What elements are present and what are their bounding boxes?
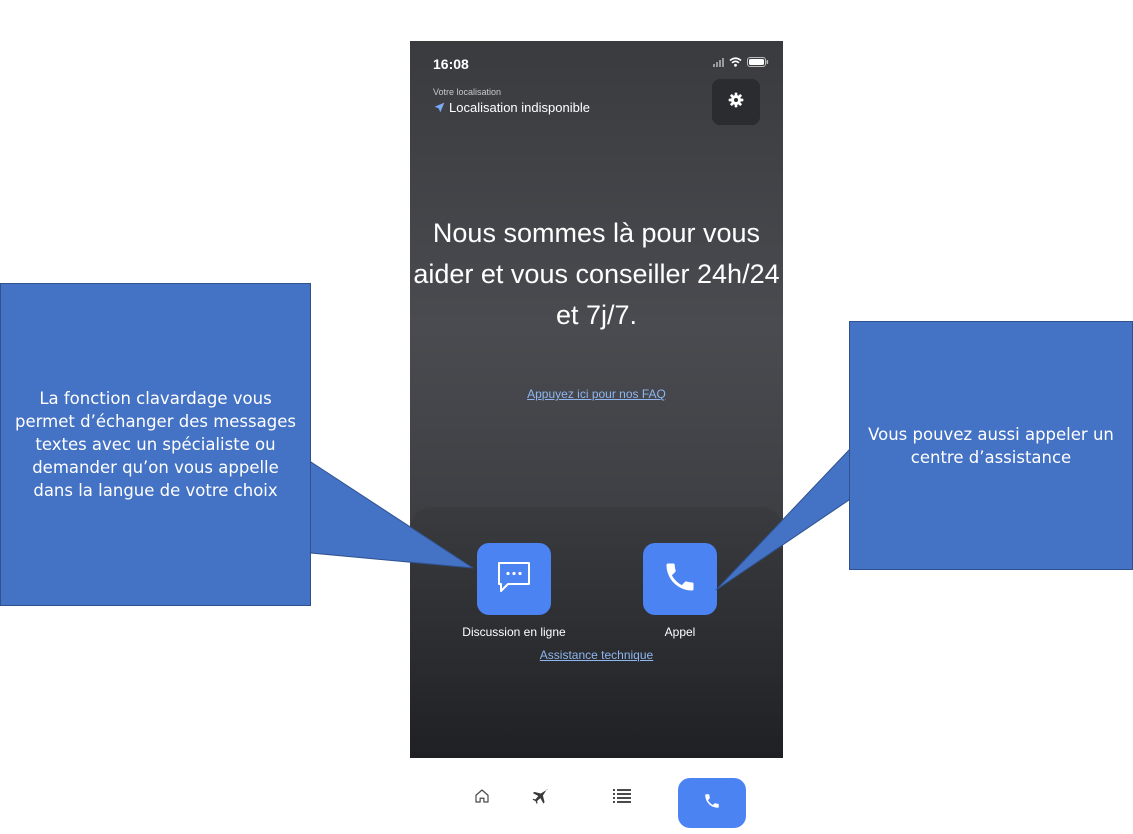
tab-phone-icon [703,792,721,815]
settings-button[interactable] [712,79,760,125]
tab-home[interactable] [462,778,502,818]
tech-support-link[interactable]: Assistance technique [410,648,783,662]
plane-icon [530,786,550,811]
list-icon [613,788,631,809]
chat-explanation-text: La fonction clavardage vous permet d’éch… [15,389,296,500]
call-explanation-callout: Vous pouvez aussi appeler un centre d’as… [849,321,1133,570]
tab-assistance[interactable] [678,778,746,828]
signal-icon [713,57,724,67]
chat-explanation-callout: La fonction clavardage vous permet d’éch… [0,283,311,606]
chat-label: Discussion en ligne [462,625,566,639]
battery-icon [747,57,769,67]
gear-icon [728,92,744,113]
contact-panel: Discussion en ligne Appel Assistance tec… [410,507,783,758]
call-button[interactable] [643,543,717,615]
location-value: Localisation indisponible [433,100,590,115]
phone-screen: 16:08 Votre localisation Localisation in… [410,41,783,758]
tab-bar [410,758,783,834]
wifi-icon [729,57,742,67]
status-icons [713,57,769,67]
tab-trips[interactable] [520,778,560,818]
call-label: Appel [664,625,696,639]
location-label: Votre localisation [433,87,502,97]
location-value-text: Localisation indisponible [449,100,590,115]
tab-list[interactable] [602,778,642,818]
faq-link[interactable]: Appuyez ici pour nos FAQ [410,387,783,401]
annotated-screenshot: 16:08 Votre localisation Localisation in… [0,0,1133,834]
call-explanation-text: Vous pouvez aussi appeler un centre d’as… [868,424,1114,467]
phone-icon [662,559,698,600]
headline: Nous sommes là pour vous aider et vous c… [413,218,780,330]
chat-button[interactable] [477,543,551,615]
home-icon [473,787,491,810]
status-time: 16:08 [433,56,469,72]
location-plane-icon [433,101,446,114]
chat-bubble-icon [496,560,532,599]
